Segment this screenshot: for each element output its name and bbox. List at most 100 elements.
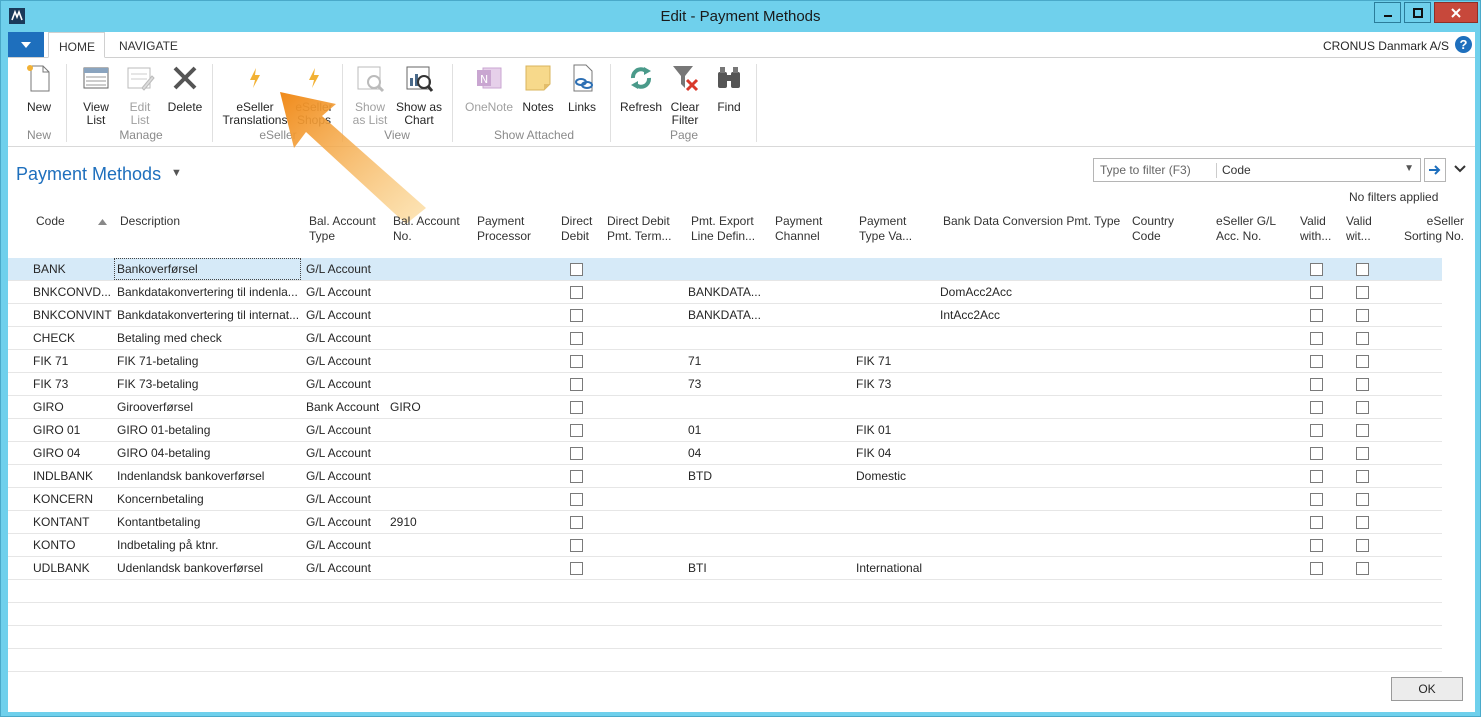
cell-description[interactable]: Bankdatakonvertering til internat...	[117, 308, 301, 322]
direct-debit-checkbox[interactable]	[570, 286, 583, 299]
cell-description[interactable]: Indbetaling på ktnr.	[117, 538, 301, 552]
direct-debit-checkbox[interactable]	[570, 309, 583, 322]
valid-with-2-checkbox[interactable]	[1356, 309, 1369, 322]
direct-debit-checkbox[interactable]	[570, 539, 583, 552]
direct-debit-checkbox[interactable]	[570, 516, 583, 529]
cell-bal-account-type[interactable]: G/L Account	[306, 538, 371, 552]
direct-debit-checkbox[interactable]	[570, 562, 583, 575]
maximize-button[interactable]	[1404, 2, 1431, 23]
column-header-valid-with-2[interactable]: Valid wit...	[1346, 214, 1372, 254]
tab-home[interactable]: HOME	[48, 32, 105, 58]
valid-with-1-checkbox[interactable]	[1310, 424, 1323, 437]
table-row[interactable]: KONCERN Koncernbetaling G/L Account	[8, 488, 1442, 511]
valid-with-1-checkbox[interactable]	[1310, 470, 1323, 483]
cell-description[interactable]: GIRO 01-betaling	[117, 423, 301, 437]
cell-bank-data-conversion[interactable]: DomAcc2Acc	[940, 285, 1012, 299]
valid-with-2-checkbox[interactable]	[1356, 493, 1369, 506]
cell-code[interactable]: INDLBANK	[33, 469, 113, 483]
valid-with-2-checkbox[interactable]	[1356, 355, 1369, 368]
valid-with-1-checkbox[interactable]	[1310, 355, 1323, 368]
cell-pmt-export[interactable]: BTD	[688, 469, 712, 483]
cell-description[interactable]: Udenlandsk bankoverførsel	[117, 561, 301, 575]
find-button[interactable]: Find	[710, 62, 748, 114]
valid-with-2-checkbox[interactable]	[1356, 516, 1369, 529]
valid-with-1-checkbox[interactable]	[1310, 309, 1323, 322]
cell-code[interactable]: FIK 73	[33, 377, 113, 391]
cell-code[interactable]: KONTO	[33, 538, 113, 552]
valid-with-2-checkbox[interactable]	[1356, 470, 1369, 483]
cell-bal-account-type[interactable]: G/L Account	[306, 492, 371, 506]
table-row[interactable]: FIK 73 FIK 73-betaling G/L Account 73 FIK 73	[8, 373, 1442, 396]
filter-field-select[interactable]: Code	[1222, 163, 1251, 177]
cell-bal-account-no[interactable]: GIRO	[390, 400, 421, 414]
tab-navigate[interactable]: NAVIGATE	[109, 32, 188, 58]
cell-code[interactable]: KONCERN	[33, 492, 113, 506]
valid-with-1-checkbox[interactable]	[1310, 378, 1323, 391]
application-menu-button[interactable]	[8, 32, 44, 57]
cell-bal-account-type[interactable]: G/L Account	[306, 423, 371, 437]
cell-bal-account-type[interactable]: G/L Account	[306, 331, 371, 345]
cell-code[interactable]: GIRO 01	[33, 423, 113, 437]
valid-with-2-checkbox[interactable]	[1356, 447, 1369, 460]
cell-pmt-export[interactable]: 01	[688, 423, 701, 437]
cell-pmt-export[interactable]: 04	[688, 446, 701, 460]
valid-with-1-checkbox[interactable]	[1310, 263, 1323, 276]
valid-with-1-checkbox[interactable]	[1310, 493, 1323, 506]
cell-bal-account-type[interactable]: G/L Account	[306, 469, 371, 483]
valid-with-1-checkbox[interactable]	[1310, 332, 1323, 345]
valid-with-2-checkbox[interactable]	[1356, 424, 1369, 437]
column-header-code[interactable]: Code	[36, 214, 107, 254]
valid-with-2-checkbox[interactable]	[1356, 539, 1369, 552]
cell-pmt-export[interactable]: BTI	[688, 561, 707, 575]
direct-debit-checkbox[interactable]	[570, 263, 583, 276]
column-header-direct-debit[interactable]: Direct Debit	[561, 214, 592, 254]
cell-pmt-export[interactable]: BANKDATA...	[688, 285, 761, 299]
cell-payment-type[interactable]: Domestic	[856, 469, 906, 483]
title-bar[interactable]: Edit - Payment Methods	[1, 1, 1480, 32]
eseller-shops-button[interactable]: eSeller Shops	[292, 62, 336, 127]
page-title-menu-icon[interactable]: ▼	[171, 167, 182, 179]
valid-with-1-checkbox[interactable]	[1310, 286, 1323, 299]
cell-bal-account-type[interactable]: G/L Account	[306, 515, 371, 529]
column-header-payment-type-value[interactable]: Payment Type Va...	[859, 214, 912, 254]
links-button[interactable]: Links	[564, 62, 600, 114]
cell-code[interactable]: BNKCONVD...	[33, 285, 113, 299]
table-row[interactable]: CHECK Betaling med check G/L Account	[8, 327, 1442, 350]
edit-list-button[interactable]: Edit List	[120, 62, 160, 127]
cell-description[interactable]: FIK 71-betaling	[117, 354, 301, 368]
table-row[interactable]: GIRO Girooverførsel Bank Account GIRO	[8, 396, 1442, 419]
direct-debit-checkbox[interactable]	[570, 470, 583, 483]
delete-button[interactable]: Delete	[164, 62, 206, 114]
cell-description[interactable]: Koncernbetaling	[117, 492, 301, 506]
column-header-valid-with-1[interactable]: Valid with...	[1300, 214, 1331, 254]
direct-debit-checkbox[interactable]	[570, 401, 583, 414]
clear-filter-button[interactable]: Clear Filter	[666, 62, 704, 127]
table-row[interactable]: GIRO 04 GIRO 04-betaling G/L Account 04 FIK …	[8, 442, 1442, 465]
cell-description[interactable]: Bankdatakonvertering til indenla...	[117, 285, 301, 299]
cell-bank-data-conversion[interactable]: IntAcc2Acc	[940, 308, 1000, 322]
minimize-button[interactable]	[1374, 2, 1401, 23]
valid-with-1-checkbox[interactable]	[1310, 562, 1323, 575]
cell-bal-account-type[interactable]: G/L Account	[306, 561, 371, 575]
cell-pmt-export[interactable]: 73	[688, 377, 701, 391]
direct-debit-checkbox[interactable]	[570, 332, 583, 345]
chevron-down-icon[interactable]: ▼	[1404, 163, 1414, 174]
direct-debit-checkbox[interactable]	[570, 424, 583, 437]
column-header-bal-account-no[interactable]: Bal. Account No.	[393, 214, 460, 254]
cell-code[interactable]: GIRO 04	[33, 446, 113, 460]
valid-with-2-checkbox[interactable]	[1356, 263, 1369, 276]
filter-input[interactable]: Type to filter (F3) Code ▼	[1093, 158, 1421, 182]
direct-debit-checkbox[interactable]	[570, 378, 583, 391]
cell-code[interactable]: FIK 71	[33, 354, 113, 368]
cell-payment-type[interactable]: FIK 71	[856, 354, 891, 368]
cell-bal-account-type[interactable]: G/L Account	[306, 377, 371, 391]
cell-payment-type[interactable]: International	[856, 561, 922, 575]
cell-code[interactable]: CHECK	[33, 331, 113, 345]
cell-pmt-export[interactable]: BANKDATA...	[688, 308, 761, 322]
table-row[interactable]: GIRO 01 GIRO 01-betaling G/L Account 01 FIK …	[8, 419, 1442, 442]
column-header-bank-data-conversion[interactable]: Bank Data Conversion Pmt. Type	[943, 214, 1120, 254]
eseller-translations-button[interactable]: eSeller Translations	[220, 62, 290, 127]
onenote-button[interactable]: N OneNote	[462, 62, 516, 114]
direct-debit-checkbox[interactable]	[570, 447, 583, 460]
ok-button[interactable]: OK	[1391, 677, 1463, 701]
